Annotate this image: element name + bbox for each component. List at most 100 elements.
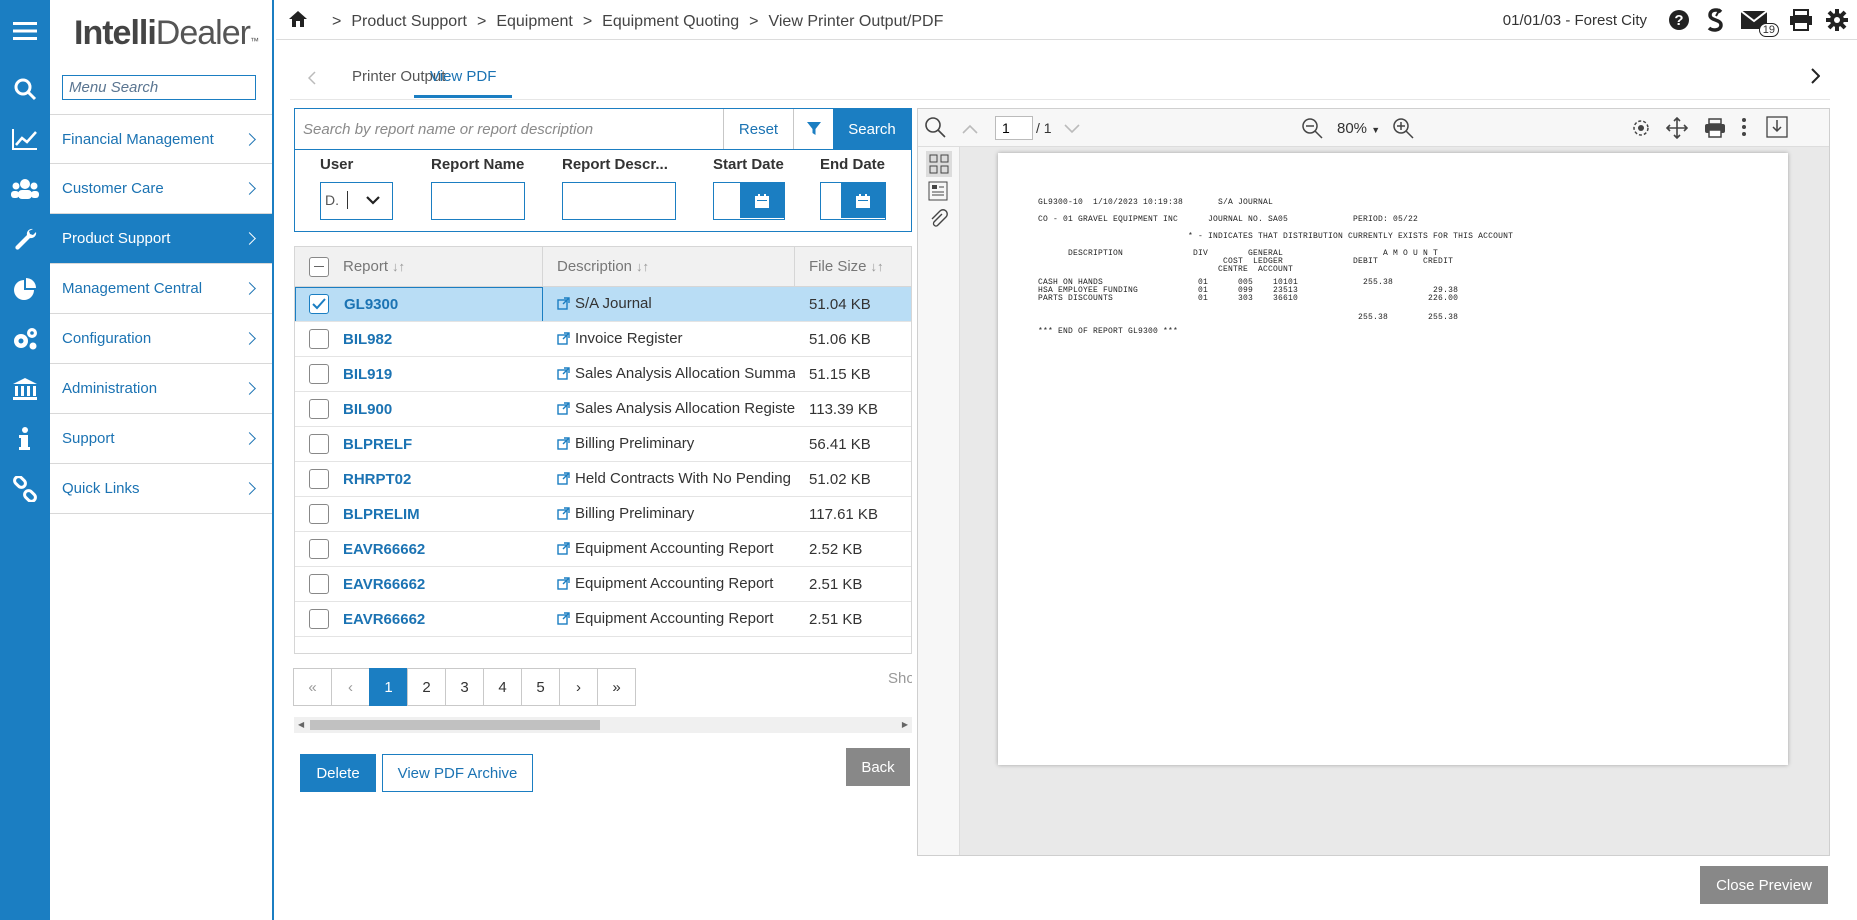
home-icon[interactable] [288,10,308,33]
page-2-button[interactable]: 2 [407,668,446,706]
report-description[interactable]: Sales Analysis Allocation Summa [543,365,795,384]
column-header-description[interactable]: Description ↓↑ [543,247,795,287]
column-header-report[interactable]: Report ↓↑ [343,247,543,287]
report-link[interactable]: BIL919 [343,366,543,383]
scrollbar-thumb[interactable] [310,720,600,730]
zoom-out-icon[interactable] [1301,117,1323,143]
report-link[interactable]: BLPRELIM [343,506,543,523]
print-icon[interactable] [1789,8,1813,32]
calendar-icon[interactable] [740,183,784,218]
external-link-icon[interactable] [557,576,570,594]
link-icon[interactable] [0,464,50,514]
settings-gear-icon[interactable] [1825,8,1849,32]
sidebar-item-configuration[interactable]: Configuration [50,314,272,364]
menu-search-input[interactable] [62,75,256,100]
report-description[interactable]: S/A Journal [543,295,795,314]
view-pdf-archive-button[interactable]: View PDF Archive [382,754,533,792]
page-4-button[interactable]: 4 [483,668,522,706]
page-first-button[interactable]: « [293,668,332,706]
row-checkbox[interactable] [309,399,329,419]
row-checkbox[interactable] [309,609,329,629]
back-button[interactable]: Back [846,748,910,786]
sidebar-item-administration[interactable]: Administration [50,364,272,414]
zoom-level[interactable]: 80% ▼ [1337,120,1380,137]
sidebar-item-financial-management[interactable]: Financial Management [50,114,272,164]
table-row[interactable]: BLPRELIM Billing Preliminary 117.61 KB [295,497,911,532]
external-link-icon[interactable] [557,611,570,629]
sidebar-item-customer-care[interactable]: Customer Care [50,164,272,214]
filter-button[interactable] [793,109,833,149]
pan-move-icon[interactable] [1665,116,1689,143]
row-checkbox[interactable] [309,469,329,489]
report-description[interactable]: Equipment Accounting Report [543,575,795,594]
attachment-icon[interactable] [928,209,948,233]
outline-icon[interactable] [928,181,948,205]
grid-horizontal-scrollbar[interactable]: ◀ ▶ [294,717,912,733]
breadcrumb-product-support[interactable]: Product Support [351,13,467,31]
rotate-icon[interactable] [1631,118,1651,142]
reset-button[interactable]: Reset [723,109,793,149]
users-icon[interactable] [0,164,50,214]
row-checkbox[interactable] [309,329,329,349]
pdf-search-icon[interactable] [924,116,946,142]
table-row[interactable]: RHRPT02 Held Contracts With No Pending 51.… [295,462,911,497]
report-description[interactable]: Invoice Register [543,330,795,349]
report-link[interactable]: EAVR66662 [343,541,543,558]
sidebar-item-support[interactable]: Support [50,414,272,464]
report-description[interactable]: Billing Preliminary [543,505,795,524]
search-icon[interactable] [0,64,50,114]
sidebar-item-quick-links[interactable]: Quick Links [50,464,272,514]
table-row[interactable]: BLPRELF Billing Preliminary 56.41 KB [295,427,911,462]
thumbnails-icon[interactable] [926,151,952,177]
user-select[interactable]: D. [320,182,393,220]
table-row[interactable]: GL9300 S/A Journal 51.04 KB [295,287,911,322]
table-row[interactable]: EAVR66662 Equipment Accounting Report 2.52… [295,532,911,567]
column-header-file-size[interactable]: File Size ↓↑ [795,258,911,275]
start-date-input[interactable] [713,182,785,220]
report-description[interactable]: Held Contracts With No Pending [543,470,795,489]
external-link-icon[interactable] [557,366,570,384]
row-checkbox[interactable] [309,434,329,454]
page-prev-button[interactable]: ‹ [331,668,370,706]
report-description[interactable]: Billing Preliminary [543,435,795,454]
report-link[interactable]: EAVR66662 [343,576,543,593]
wrench-icon[interactable] [0,214,50,264]
calendar-icon[interactable] [841,183,885,218]
tab-next-arrow-icon[interactable] [1811,68,1821,88]
table-row[interactable]: EAVR66662 Equipment Accounting Report 2.51… [295,602,911,637]
report-link[interactable]: BLPRELF [343,436,543,453]
report-link[interactable]: RHRPT02 [343,471,543,488]
report-link[interactable]: BIL900 [343,401,543,418]
bank-icon[interactable] [0,364,50,414]
table-row[interactable]: BIL900 Sales Analysis Allocation Registe 1… [295,392,911,427]
zoom-in-icon[interactable] [1392,117,1414,143]
more-vertical-icon[interactable] [1741,117,1747,141]
sidebar-item-management-central[interactable]: Management Central [50,264,272,314]
chart-line-icon[interactable] [0,114,50,164]
pdf-prev-page-icon[interactable] [962,121,978,138]
gears-icon[interactable] [0,314,50,364]
external-link-icon[interactable] [557,331,570,349]
scroll-right-icon[interactable]: ▶ [902,720,908,729]
info-icon[interactable] [0,414,50,464]
mail-icon[interactable]: 19 [1739,8,1779,37]
pdf-print-icon[interactable] [1704,117,1726,143]
table-row[interactable]: EAVR66662 Equipment Accounting Report 2.51… [295,567,911,602]
help-icon[interactable]: ? [1667,8,1691,32]
report-search-input[interactable] [295,109,723,149]
pdf-next-page-icon[interactable] [1064,121,1080,138]
row-checkbox[interactable] [309,539,329,559]
pdf-page-input[interactable] [995,116,1033,140]
pie-chart-icon[interactable] [0,264,50,314]
external-link-icon[interactable] [557,296,570,314]
table-row[interactable]: BIL982 Invoice Register 51.06 KB [295,322,911,357]
page-1-button[interactable]: 1 [369,668,408,706]
report-link[interactable]: BIL982 [343,331,543,348]
report-link[interactable]: EAVR66662 [343,611,543,628]
close-preview-button[interactable]: Close Preview [1700,866,1828,904]
external-link-icon[interactable] [557,506,570,524]
breadcrumb-equipment-quoting[interactable]: Equipment Quoting [602,13,739,31]
report-description[interactable]: Sales Analysis Allocation Registe [543,400,795,419]
location-label[interactable]: 01/01/03 - Forest City [1503,12,1647,29]
row-checkbox[interactable] [309,364,329,384]
